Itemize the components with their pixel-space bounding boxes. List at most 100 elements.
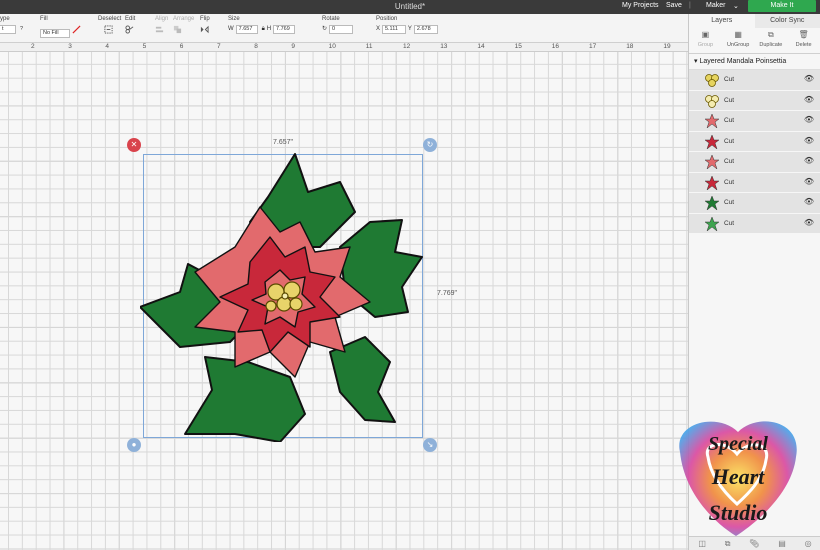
layer-row[interactable]: Cut 👁︎ (689, 172, 820, 193)
width-dimension: 7.657" (273, 139, 294, 146)
layer-label: Cut (724, 178, 735, 186)
my-projects-link[interactable]: My Projects (622, 2, 659, 9)
layer-label: Cut (724, 219, 735, 227)
group-icon: ▣ (701, 30, 710, 39)
eye-icon[interactable]: 👁︎ (804, 177, 814, 186)
ruler-number: 2 (31, 43, 35, 50)
ruler-number: 19 (663, 43, 671, 50)
align-icon[interactable] (155, 25, 164, 34)
eye-icon[interactable]: 👁︎ (804, 136, 814, 145)
width-input[interactable]: 7.657 (235, 25, 258, 34)
ruler-number: 11 (365, 43, 373, 50)
save-button[interactable]: Save (666, 2, 682, 9)
rotate-input[interactable]: 0 (328, 25, 353, 34)
lock-icon[interactable]: 🔒︎ (262, 26, 265, 32)
delete-handle-icon[interactable]: ✕ (127, 138, 141, 152)
ruler-number: 7 (217, 43, 221, 50)
edit-label: Edit (125, 16, 136, 22)
ruler-number: 6 (179, 43, 184, 50)
layer-row[interactable]: Cut 👁︎ (689, 213, 820, 234)
bud-center (281, 292, 289, 300)
ruler-number: 12 (403, 43, 411, 50)
deselect-icon[interactable] (104, 25, 113, 34)
layer-row[interactable]: Cut 👁︎ (689, 152, 820, 173)
ruler-number: 17 (589, 43, 597, 50)
duplicate-icon: ⧉ (768, 30, 774, 39)
layer-label: Cut (724, 96, 735, 104)
position-label: Position (376, 16, 398, 22)
studio-logo: Special Heart Studio (679, 421, 797, 536)
ungroup-label: UnGroup (726, 42, 750, 48)
ruler-number: 8 (254, 43, 258, 50)
fill-color-swatch-icon[interactable] (72, 25, 81, 34)
layer-row[interactable]: Cut 👁︎ (689, 90, 820, 111)
layer-group[interactable]: ▾ Layered Mandala Poinsettia (689, 54, 820, 70)
tab-color-sync[interactable]: Color Sync (754, 14, 820, 28)
poinsettia-design[interactable] (140, 152, 430, 442)
height-dimension: 7.769" (437, 290, 458, 297)
rotate-icon: ↻ (322, 26, 328, 32)
layer-row[interactable]: Cut 👁︎ (689, 193, 820, 214)
eye-icon[interactable]: 👁︎ (804, 218, 814, 227)
chevron-down-icon[interactable]: ▾ (694, 58, 698, 65)
y-input[interactable]: 2.678 (413, 25, 438, 34)
layer-row[interactable]: Cut 👁︎ (689, 111, 820, 132)
eye-icon[interactable]: 👁︎ (804, 197, 814, 206)
ruler-number: 13 (440, 43, 448, 50)
fill-label: Fill (40, 16, 48, 22)
eye-icon[interactable]: 👁︎ (804, 74, 814, 83)
rotate-label: Rotate (322, 16, 340, 22)
x-input[interactable]: 5.111 (381, 25, 406, 34)
edit-toolbar: ype t ? Fill No Fill Deselect Edit Align… (0, 14, 688, 43)
machine-select[interactable]: Maker (706, 2, 725, 9)
layer-row[interactable]: Cut 👁︎ (689, 131, 820, 152)
ruler-number: 5 (142, 43, 147, 50)
linetype-label: ype (0, 16, 10, 22)
duplicate-button[interactable]: ⧉ Duplicate (755, 28, 788, 53)
width-label: W (228, 26, 234, 32)
layer-label: Cut (724, 76, 735, 83)
rotate-handle-icon[interactable]: ↻ (423, 138, 437, 152)
ungroup-icon: ▦ (734, 30, 742, 39)
star-icon (704, 114, 720, 128)
group-button[interactable]: ▣ Group (689, 28, 722, 53)
arrange-icon[interactable] (173, 25, 182, 34)
delete-button[interactable]: 🗑︎ Delete (787, 28, 820, 53)
group-name: Layered Mandala Poinsettia (699, 58, 787, 65)
height-input[interactable]: 7.769 (273, 25, 296, 34)
ungroup-button[interactable]: ▦ UnGroup (722, 28, 755, 53)
lock-handle-icon[interactable]: ● (127, 438, 141, 452)
eye-icon[interactable]: 👁︎ (804, 156, 814, 165)
duplicate-label: Duplicate (759, 42, 783, 48)
layer-row[interactable]: Cut 👁︎ (689, 70, 820, 91)
layer-label: Cut (724, 158, 735, 165)
size-label: Size (228, 16, 240, 22)
ruler-number: 10 (328, 43, 336, 50)
ruler-number: 14 (477, 43, 485, 50)
linetype-select[interactable]: t (0, 25, 16, 34)
y-label: Y (407, 26, 412, 32)
flip-icon[interactable] (200, 25, 209, 34)
eye-icon[interactable]: 👁︎ (804, 95, 814, 104)
divider: | (689, 2, 691, 9)
fill-select[interactable]: No Fill (40, 29, 70, 38)
logo-line1: Special (708, 433, 768, 455)
delete-label: Delete (795, 42, 812, 48)
star-icon (704, 175, 720, 190)
top-bar: Untitled* My Projects Save | Maker ⌄ Mak… (0, 0, 820, 14)
eye-icon[interactable]: 👁︎ (804, 115, 814, 124)
x-label: X (376, 26, 381, 32)
deselect-label: Deselect (98, 16, 122, 22)
tab-layers[interactable]: Layers (689, 14, 755, 28)
logo-line2: Heart (711, 464, 765, 489)
star-icon (704, 216, 720, 231)
edit-tools-icon[interactable] (125, 25, 134, 34)
make-it-button[interactable]: Make It (748, 0, 816, 12)
layer-label: Cut (724, 117, 735, 124)
ruler-number: 16 (551, 43, 560, 50)
layer-list: Cut 👁︎ Cut 👁︎ Cut 👁︎ Cut 👁︎ Cut 👁︎ Cut 👁︎ Cut 👁︎ Cut 👁︎ (689, 70, 820, 234)
linetype-help[interactable]: ? (18, 26, 26, 35)
design-canvas[interactable]: 7.657" 7.769" ✕ ↻ ● ↘ (0, 52, 688, 550)
chevron-down-icon[interactable]: ⌄ (733, 2, 739, 10)
star-icon (704, 155, 720, 169)
